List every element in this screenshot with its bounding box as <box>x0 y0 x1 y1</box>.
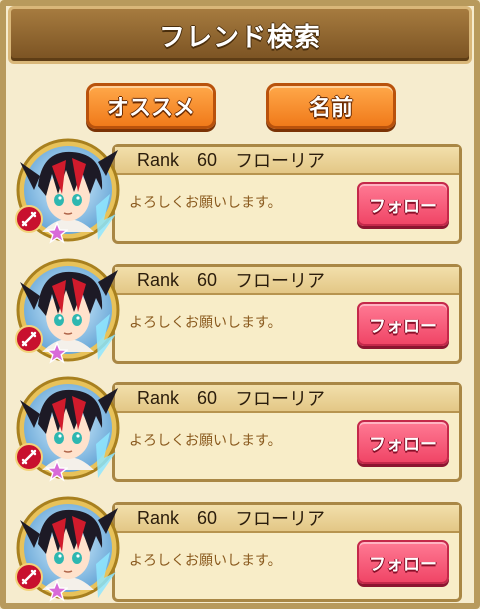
page-title: フレンド検索 <box>158 22 321 53</box>
fire-element-icon <box>14 204 44 234</box>
follow-button-label: フォロー <box>369 316 437 337</box>
friend-message: よろしくお願いします。 <box>129 195 282 211</box>
friend-message: よろしくお願いします。 <box>129 433 282 449</box>
rank-value: 60 <box>197 149 218 170</box>
follow-button-label: フォロー <box>369 196 437 217</box>
friend-card-header: Rank 60 フローリア <box>115 505 459 533</box>
player-name: フローリア <box>235 151 326 171</box>
friend-message: よろしくお願いします。 <box>129 315 282 331</box>
rank-label: Rank <box>137 507 180 528</box>
follow-button[interactable]: フォロー <box>357 540 449 584</box>
rank-value: 60 <box>197 507 218 528</box>
follow-button-label: フォロー <box>369 554 437 575</box>
friend-card: Rank 60 フローリア よろしくお願いします。 フォロー <box>12 256 464 366</box>
friend-message: よろしくお願いします。 <box>129 553 282 569</box>
friend-card-body: Rank 60 フローリア よろしくお願いします。 フォロー <box>112 502 462 602</box>
tab-recommended-label: オススメ <box>106 96 195 121</box>
rank-value: 60 <box>197 269 218 290</box>
tab-name-search-label: 名前 <box>308 96 353 121</box>
friend-card-body: Rank 60 フローリア よろしくお願いします。 フォロー <box>112 144 462 244</box>
tab-recommended[interactable]: オススメ <box>86 83 216 129</box>
friend-card-header: Rank 60 フローリア <box>115 147 459 175</box>
star-icon <box>45 579 69 602</box>
rank-value: 60 <box>197 387 218 408</box>
player-name: フローリア <box>235 509 326 529</box>
friend-card-body: Rank 60 フローリア よろしくお願いします。 フォロー <box>112 382 462 482</box>
star-icon <box>45 459 69 482</box>
fire-element-icon <box>14 562 44 592</box>
title-bar: フレンド検索 <box>8 6 472 64</box>
star-icon <box>45 341 69 364</box>
rank-label: Rank <box>137 269 180 290</box>
fire-element-icon <box>14 324 44 354</box>
rank-label: Rank <box>137 149 180 170</box>
follow-button[interactable]: フォロー <box>357 420 449 464</box>
star-icon <box>45 221 69 244</box>
player-name: フローリア <box>235 271 326 291</box>
friend-card: Rank 60 フローリア よろしくお願いします。 フォロー <box>12 136 464 246</box>
fire-element-icon <box>14 442 44 472</box>
tab-name-search[interactable]: 名前 <box>266 83 396 129</box>
follow-button-label: フォロー <box>369 434 437 455</box>
friend-card-body: Rank 60 フローリア よろしくお願いします。 フォロー <box>112 264 462 364</box>
rank-label: Rank <box>137 387 180 408</box>
friend-card-header: Rank 60 フローリア <box>115 267 459 295</box>
friend-card-header: Rank 60 フローリア <box>115 385 459 413</box>
follow-button[interactable]: フォロー <box>357 302 449 346</box>
friend-card: Rank 60 フローリア よろしくお願いします。 フォロー <box>12 374 464 484</box>
player-name: フローリア <box>235 389 326 409</box>
follow-button[interactable]: フォロー <box>357 182 449 226</box>
friend-card: Rank 60 フローリア よろしくお願いします。 フォロー <box>12 494 464 604</box>
